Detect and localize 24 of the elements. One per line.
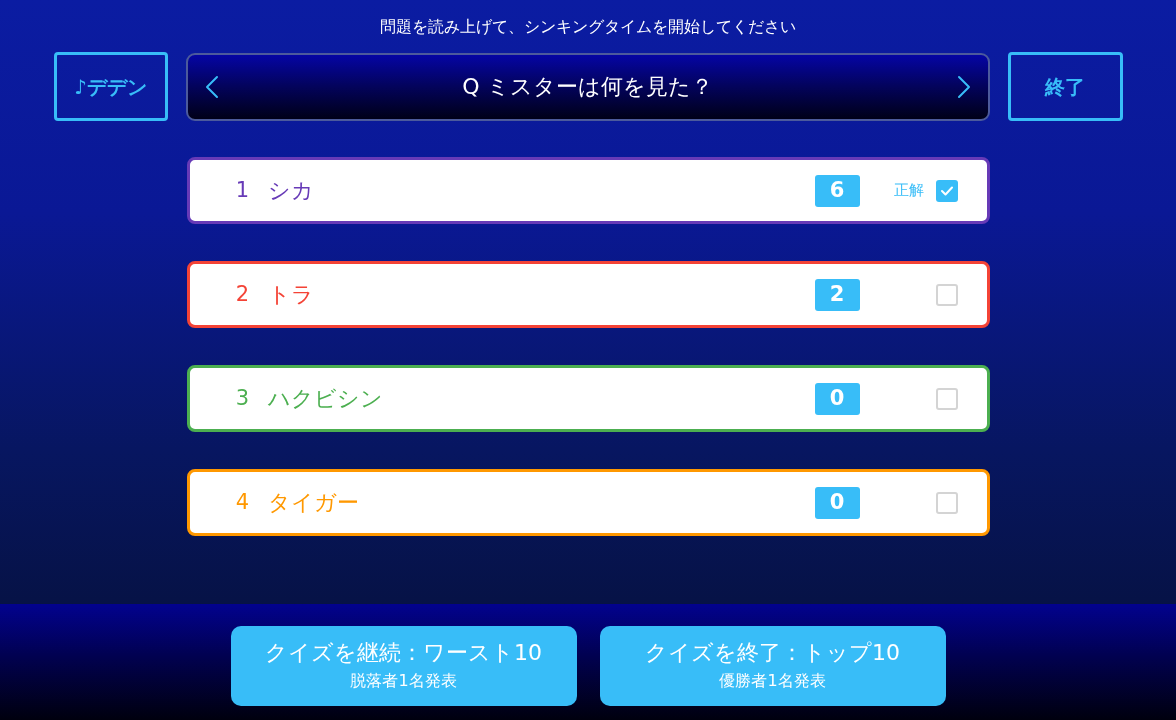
option-label: シカ [267, 179, 314, 202]
vote-count: 6 [814, 174, 860, 207]
sound-button[interactable]: ♪デデン [53, 52, 168, 121]
option-number: 4 [234, 492, 251, 513]
chevron-right-icon[interactable] [956, 74, 971, 99]
chevron-left-icon[interactable] [204, 74, 219, 99]
vote-count: 0 [814, 382, 860, 415]
checkbox[interactable] [935, 491, 958, 514]
checkbox[interactable] [935, 179, 958, 202]
correct-label: 正解 [893, 180, 924, 202]
option-label: タイガー [267, 491, 359, 514]
checkbox[interactable] [935, 283, 958, 306]
option-number: 3 [234, 388, 251, 409]
end-button[interactable]: 終了 [1007, 52, 1123, 121]
option-number: 1 [234, 180, 251, 201]
option-number: 2 [234, 284, 251, 305]
instruction-text: 問題を読み上げて、シンキングタイムを開始してください [380, 16, 796, 38]
option-label: ハクビシン [267, 387, 383, 410]
checkbox[interactable] [935, 387, 958, 410]
vote-count: 0 [814, 486, 860, 519]
option-label: トラ [267, 283, 314, 306]
check-icon [940, 185, 953, 196]
vote-count: 2 [814, 278, 860, 311]
question-text: Q ミスターは何を見た？ [462, 73, 713, 101]
